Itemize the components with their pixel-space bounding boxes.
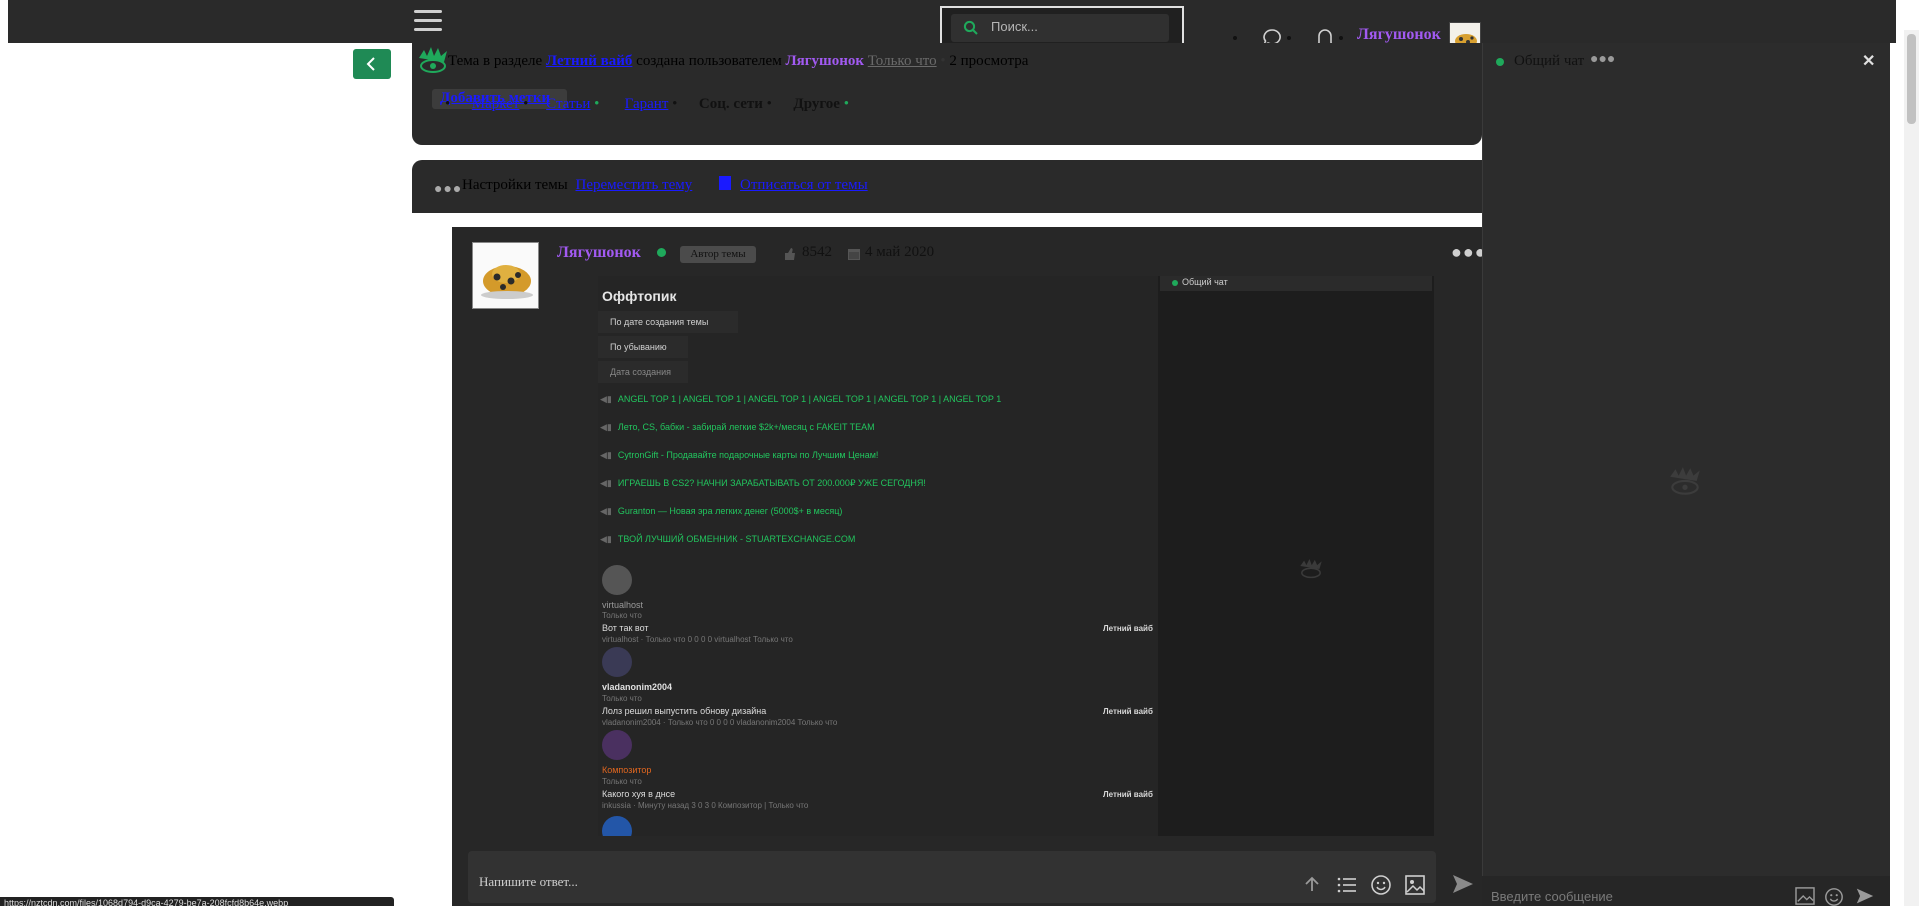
reply-input[interactable] bbox=[468, 851, 1436, 903]
more-icon[interactable]: ●●● bbox=[434, 182, 462, 198]
embedded-section: Летний вайб bbox=[1103, 790, 1153, 799]
thread-time: Только что bbox=[867, 53, 937, 69]
embedded-title: Оффтопик bbox=[602, 288, 677, 304]
embedded-time: Только что bbox=[602, 777, 642, 786]
current-username[interactable]: Лягушонок bbox=[1357, 26, 1441, 44]
embedded-section: Летний вайб bbox=[1103, 624, 1153, 633]
embedded-thread: ◀▮ Guranton — Новая эра легких денег (500… bbox=[600, 506, 843, 516]
thread-views: 2 просмотра bbox=[949, 53, 1029, 69]
back-button[interactable] bbox=[353, 49, 391, 79]
embedded-thread: ◀▮ Лето, CS, бабки - забирай легкие $2k+/… bbox=[600, 422, 875, 432]
separator-dot bbox=[1233, 36, 1237, 40]
online-indicator bbox=[657, 248, 666, 257]
separator-dot bbox=[1339, 36, 1343, 40]
separator-dot bbox=[1287, 36, 1291, 40]
embedded-logo-icon bbox=[1298, 558, 1324, 580]
chat-input[interactable]: Введите сообщение bbox=[1491, 889, 1613, 904]
chat-more-icon[interactable]: ●●● bbox=[1590, 52, 1615, 68]
embedded-username: virtualhost bbox=[602, 600, 644, 610]
embedded-thread: ◀▮ ТВОЙ ЛУЧШИЙ ОБМЕННИК - STUARTEXCHANGE.… bbox=[600, 534, 856, 544]
nav-social[interactable]: Соц. сети bbox=[699, 96, 763, 112]
chat-empty-logo-icon bbox=[1667, 466, 1703, 498]
chat-emoji-icon[interactable] bbox=[1824, 887, 1844, 907]
search-placeholder: Поиск... bbox=[991, 19, 1038, 34]
like-icon bbox=[783, 247, 797, 261]
embedded-section: Летний вайб bbox=[1103, 707, 1153, 716]
embedded-message: Лолз решил выпустить обнову дизайна bbox=[602, 706, 767, 716]
thread-meta: Тема в разделе Летний вайб создана польз… bbox=[448, 53, 1028, 70]
embedded-time: Только что bbox=[602, 611, 642, 620]
section-nav: • Маркет • Статьи • Гарант • Соц. сети •… bbox=[445, 96, 849, 112]
chat-send-icon[interactable] bbox=[1855, 887, 1875, 905]
arrow-up-icon[interactable] bbox=[1303, 875, 1321, 893]
embedded-username: Композитор bbox=[602, 765, 652, 775]
embedded-avatar bbox=[602, 730, 632, 760]
search-icon bbox=[963, 20, 979, 36]
nav-guarantor[interactable]: Гарант bbox=[625, 96, 669, 112]
embedded-message: Какого хуя в днсе bbox=[602, 789, 676, 799]
likes-count: 8542 bbox=[802, 244, 832, 260]
embedded-sort: По убыванию bbox=[598, 336, 688, 358]
list-icon[interactable] bbox=[1337, 876, 1357, 894]
embedded-meta: vladanonim2004 · Только что 0 0 0 0 vlad… bbox=[602, 718, 838, 727]
nav-market[interactable]: Маркет bbox=[472, 96, 520, 112]
send-icon[interactable] bbox=[1451, 873, 1475, 895]
nav-other[interactable]: Другое bbox=[793, 96, 840, 112]
thread-section-link[interactable]: Летний вайб bbox=[546, 53, 633, 69]
post-date: 4 май 2020 bbox=[865, 244, 935, 260]
embedded-thread: ◀▮ ANGEL TOP 1 | ANGEL TOP 1 | ANGEL TOP … bbox=[600, 394, 1002, 404]
post-image[interactable]: Оффтопик По дате создания темы По убыван… bbox=[598, 276, 1434, 836]
thread-author-link[interactable]: Лягушонок bbox=[785, 53, 864, 69]
close-icon[interactable]: ✕ bbox=[1862, 51, 1875, 71]
search-input[interactable] bbox=[951, 14, 1169, 42]
author-badge: Автор темы bbox=[680, 246, 756, 263]
embedded-chat-dot bbox=[1172, 280, 1178, 286]
thread-dot: • bbox=[940, 53, 946, 69]
calendar-icon bbox=[848, 248, 860, 260]
thread-settings-label[interactable]: Настройки темы bbox=[462, 177, 568, 193]
embedded-username: vladanonim2004 bbox=[602, 682, 673, 692]
move-thread-link[interactable]: Переместить тему bbox=[576, 177, 693, 193]
menu-icon[interactable] bbox=[410, 4, 444, 38]
embedded-sort: Дата создания bbox=[598, 361, 688, 383]
bookmark-icon bbox=[719, 176, 731, 190]
embedded-thread: ◀▮ CytronGift - Продавайте подарочные кар… bbox=[600, 450, 879, 460]
status-bar-url: https://nztcdn.com/files/1068d794-d9ca-4… bbox=[0, 897, 394, 906]
post-author-avatar[interactable] bbox=[472, 242, 539, 309]
thread-settings: Настройки темы Переместить тему bbox=[462, 177, 692, 194]
embedded-message: Вот так вот bbox=[602, 623, 649, 633]
chat-image-icon[interactable] bbox=[1795, 887, 1815, 905]
reply-placeholder: Напишите ответ... bbox=[479, 874, 578, 889]
emoji-icon[interactable] bbox=[1370, 874, 1392, 896]
embedded-thread: ◀▮ ИГРАЕШЬ В CS2? НАЧНИ ЗАРАБАТЫВАТЬ ОТ 2… bbox=[600, 478, 926, 488]
embedded-meta: inkussia · Минуту назад 3 0 3 0 Композит… bbox=[602, 801, 809, 810]
scrollbar-thumb[interactable] bbox=[1907, 34, 1916, 124]
embedded-avatar bbox=[602, 816, 632, 836]
image-upload-icon[interactable] bbox=[1404, 874, 1426, 896]
chat-online-indicator bbox=[1496, 58, 1504, 66]
thread-created-prefix: Тема в разделе bbox=[448, 53, 543, 69]
embedded-chat-label: Общий чат bbox=[1182, 277, 1228, 287]
embedded-meta: virtualhost · Только что 0 0 0 0 virtual… bbox=[602, 635, 793, 644]
unsubscribe-link[interactable]: Отписаться от темы bbox=[740, 177, 868, 194]
post-gutter bbox=[412, 227, 452, 836]
embedded-time: Только что bbox=[602, 694, 642, 703]
chat-title[interactable]: Общий чат bbox=[1514, 53, 1584, 70]
post-author-name[interactable]: Лягушонок bbox=[557, 244, 641, 262]
embedded-avatar bbox=[602, 647, 632, 677]
embedded-chat-header: Общий чат bbox=[1160, 276, 1432, 291]
thread-created-by: создана пользователем bbox=[636, 53, 782, 69]
embedded-sort: По дате создания темы bbox=[598, 311, 738, 333]
nav-articles[interactable]: Статьи bbox=[546, 96, 590, 112]
page-scrollbar[interactable] bbox=[1904, 30, 1919, 906]
embedded-forum: Оффтопик По дате создания темы По убыван… bbox=[598, 276, 1158, 836]
embedded-avatar bbox=[602, 565, 632, 595]
site-logo-icon[interactable] bbox=[416, 44, 450, 80]
